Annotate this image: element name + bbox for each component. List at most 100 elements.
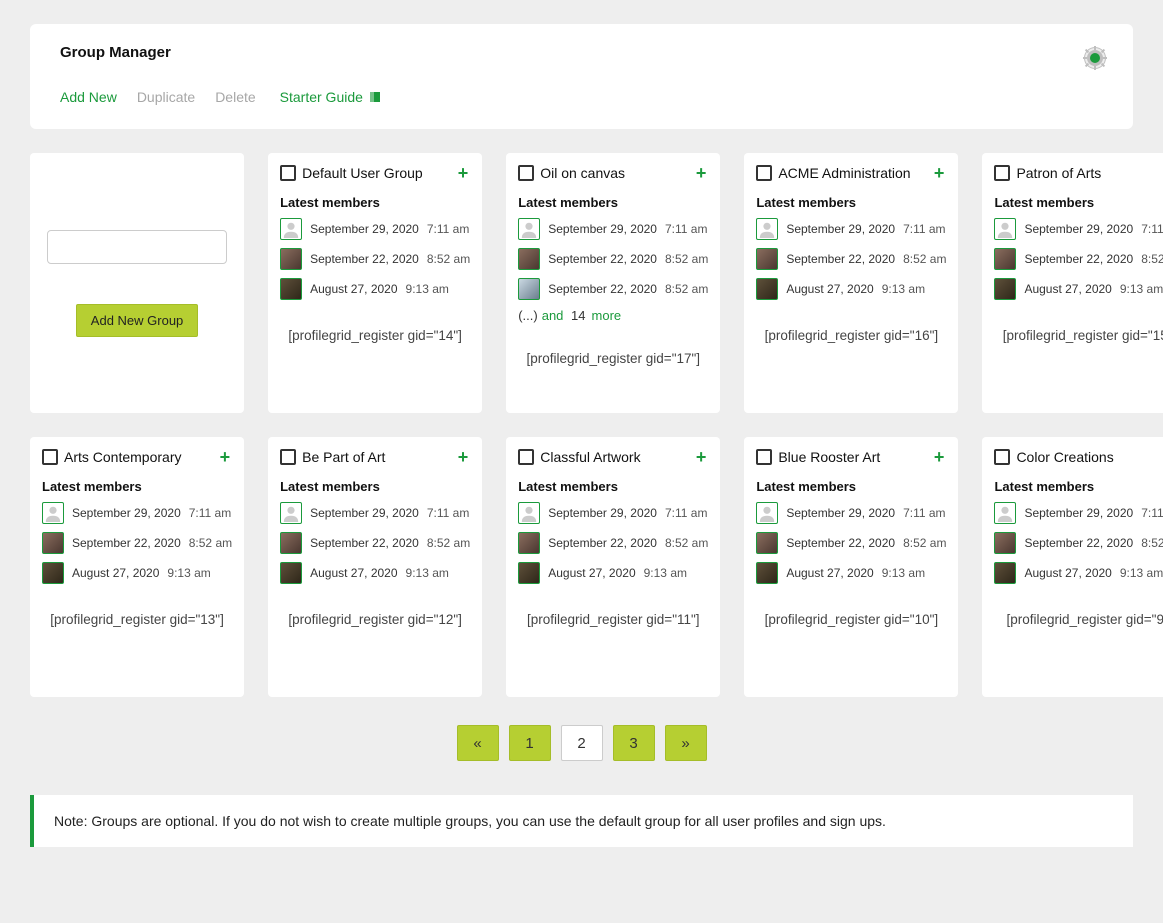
group-checkbox[interactable] (994, 449, 1010, 465)
latest-members-label: Latest members (756, 195, 946, 210)
member-time: 8:52 am (665, 282, 708, 296)
group-checkbox[interactable] (518, 449, 534, 465)
member-date: September 29, 2020 (72, 506, 181, 520)
latest-members-label: Latest members (42, 479, 232, 494)
member-row: September 29, 20207:11 am (994, 218, 1163, 240)
avatar[interactable] (280, 248, 302, 270)
avatar[interactable] (42, 502, 64, 524)
avatar[interactable] (756, 532, 778, 554)
group-checkbox[interactable] (518, 165, 534, 181)
avatar[interactable] (756, 218, 778, 240)
group-title[interactable]: ACME Administration (778, 165, 926, 181)
avatar[interactable] (994, 278, 1016, 300)
avatar[interactable] (518, 278, 540, 300)
group-title[interactable]: Oil on canvas (540, 165, 688, 181)
more-link[interactable]: more (592, 308, 622, 323)
group-title[interactable]: Classful Artwork (540, 449, 688, 465)
member-time: 7:11 am (665, 222, 707, 236)
pagination-page-2[interactable]: 2 (561, 725, 603, 761)
add-member-icon[interactable]: + (932, 450, 947, 464)
add-new-link[interactable]: Add New (60, 89, 117, 105)
shortcode-text: [profilegrid_register gid="10"] (756, 584, 946, 627)
group-title[interactable]: Arts Contemporary (64, 449, 212, 465)
member-row: September 29, 2020 7:11 am (518, 218, 708, 240)
avatar[interactable] (994, 502, 1016, 524)
member-time: 8:52 am (665, 252, 708, 266)
member-date: September 22, 2020 (310, 536, 419, 550)
add-member-icon[interactable]: + (456, 450, 471, 464)
member-row: August 27, 20209:13 am (994, 278, 1163, 300)
add-new-group-button[interactable]: Add New Group (76, 304, 199, 337)
settings-gear-button[interactable] (1083, 46, 1107, 75)
member-row: September 29, 20207:11 am (42, 502, 232, 524)
group-checkbox[interactable] (994, 165, 1010, 181)
member-time: 9:13 am (644, 566, 687, 580)
group-title[interactable]: Be Part of Art (302, 449, 450, 465)
pagination-page-3[interactable]: 3 (613, 725, 655, 761)
member-date: August 27, 2020 (548, 566, 635, 580)
member-row: August 27, 20209:13 am (994, 562, 1163, 584)
avatar[interactable] (518, 248, 540, 270)
group-checkbox[interactable] (756, 449, 772, 465)
add-member-icon[interactable]: + (932, 166, 947, 180)
avatar[interactable] (518, 218, 540, 240)
avatar[interactable] (756, 278, 778, 300)
avatar[interactable] (280, 532, 302, 554)
pagination-next[interactable]: » (665, 725, 707, 761)
group-title[interactable]: Color Creations (1016, 449, 1163, 465)
pagination-page-1[interactable]: 1 (509, 725, 551, 761)
starter-guide-link[interactable]: Starter Guide (280, 89, 381, 105)
member-date: September 29, 2020 (1024, 506, 1133, 520)
add-member-icon[interactable]: + (218, 450, 233, 464)
new-group-name-input[interactable] (47, 230, 227, 264)
group-title[interactable]: Default User Group (302, 165, 450, 181)
avatar[interactable] (518, 502, 540, 524)
avatar[interactable] (280, 502, 302, 524)
avatar[interactable] (280, 562, 302, 584)
member-row: September 22, 20208:52 am (994, 248, 1163, 270)
group-title[interactable]: Patron of Arts (1016, 165, 1163, 181)
group-checkbox[interactable] (280, 165, 296, 181)
add-member-icon[interactable]: + (694, 166, 709, 180)
avatar[interactable] (994, 248, 1016, 270)
avatar[interactable] (42, 562, 64, 584)
member-date: September 29, 2020 (548, 222, 657, 236)
member-row: September 22, 20208:52 am (994, 532, 1163, 554)
avatar[interactable] (280, 278, 302, 300)
member-time: 9:13 am (882, 566, 925, 580)
group-card: Oil on canvas+Latest membersSeptember 29… (506, 153, 720, 413)
member-row: September 29, 20207:11 am (756, 502, 946, 524)
group-title[interactable]: Blue Rooster Art (778, 449, 926, 465)
duplicate-link: Duplicate (137, 89, 195, 105)
shortcode-text: [profilegrid_register gid="13"] (42, 584, 232, 627)
shortcode-text: [profilegrid_register gid="17"] (518, 323, 708, 366)
group-checkbox[interactable] (756, 165, 772, 181)
group-checkbox[interactable] (280, 449, 296, 465)
add-member-icon[interactable]: + (456, 166, 471, 180)
member-date: August 27, 2020 (310, 566, 397, 580)
gear-icon (1083, 46, 1107, 70)
avatar[interactable] (756, 502, 778, 524)
avatar[interactable] (518, 532, 540, 554)
avatar[interactable] (42, 532, 64, 554)
avatar[interactable] (994, 562, 1016, 584)
member-row: September 29, 20207:11 am (756, 218, 946, 240)
avatar[interactable] (756, 562, 778, 584)
avatar[interactable] (280, 218, 302, 240)
pagination-prev[interactable]: « (457, 725, 499, 761)
shortcode-text: [profilegrid_register gid="15"] (994, 300, 1163, 343)
member-time: 7:11 am (665, 506, 707, 520)
add-member-icon[interactable]: + (694, 450, 709, 464)
avatar[interactable] (756, 248, 778, 270)
member-row: August 27, 20209:13 am (756, 562, 946, 584)
shortcode-text: [profilegrid_register gid="11"] (518, 584, 708, 627)
member-date: September 29, 2020 (310, 222, 419, 236)
group-card: Default User Group+Latest membersSeptemb… (268, 153, 482, 413)
avatar[interactable] (994, 218, 1016, 240)
avatar[interactable] (994, 532, 1016, 554)
avatar[interactable] (518, 562, 540, 584)
member-date: September 22, 2020 (1024, 536, 1133, 550)
member-time: 9:13 am (1120, 282, 1163, 296)
group-checkbox[interactable] (42, 449, 58, 465)
more-count: 14 (571, 308, 585, 323)
